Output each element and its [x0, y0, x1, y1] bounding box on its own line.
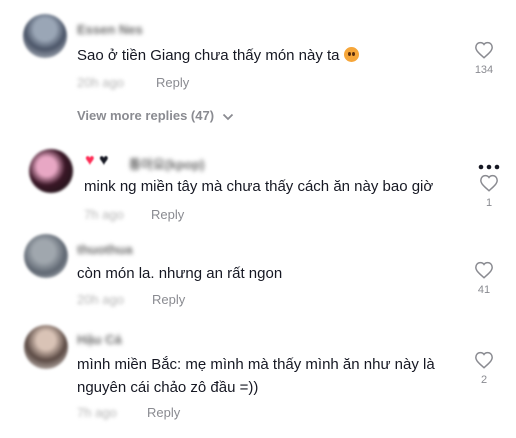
comment-text: mink ng miền tây mà chưa thấy cách ăn nà… [84, 178, 434, 195]
pleading-face-emoji [343, 47, 359, 62]
comment-time: 20h ago [77, 75, 124, 90]
like-button[interactable]: 41 [471, 261, 497, 296]
comment-3: thuothua còn món la. nhưng an rất ngon 2… [0, 226, 516, 316]
reply-button[interactable]: Reply [156, 75, 189, 90]
reply-button[interactable]: Reply [151, 207, 184, 222]
comment-text-line-1: mình miền Bắc: mẹ mình mà thấy mình ăn n… [77, 356, 435, 373]
comment-username[interactable]: Hậu Cá [77, 332, 122, 347]
avatar[interactable] [29, 149, 73, 193]
heart-outline-icon [475, 41, 493, 59]
comment-text-content: Sao ở tiền Giang chưa thấy món này ta [77, 47, 340, 64]
chevron-down-icon [222, 113, 233, 120]
comment-time: 7h ago [84, 207, 124, 222]
view-more-replies-button[interactable]: View more replies (47) [77, 108, 234, 123]
avatar[interactable] [23, 14, 67, 58]
like-count: 2 [480, 374, 488, 386]
comment-4: Hậu Cá mình miền Bắc: mẹ mình mà thấy mì… [0, 316, 516, 438]
comment-username[interactable]: 틍아요(kpop) [129, 154, 205, 173]
avatar[interactable] [24, 325, 68, 369]
comment-time: 20h ago [77, 292, 124, 307]
heart-icon: ♥ [85, 152, 95, 169]
comment-time: 7h ago [77, 405, 117, 420]
comment-text-line-2: nguyên cái chảo zô đầu =)) [77, 379, 259, 396]
comment-2: ♥ ♥ 틍아요(kpop) mink ng miền tây mà chưa t… [0, 140, 516, 230]
heart-outline-icon [480, 174, 498, 192]
avatar[interactable] [24, 234, 68, 278]
comment-1: Essen Nes Sao ở tiền Giang chưa thấy món… [0, 0, 516, 100]
like-count: 134 [474, 64, 494, 76]
comment-text: còn món la. nhưng an rất ngon [77, 265, 283, 282]
heart-outline-icon [475, 261, 493, 279]
comment-text: Sao ở tiền Giang chưa thấy món này ta [77, 44, 359, 67]
view-more-replies-label: View more replies (47) [77, 108, 215, 123]
reply-button[interactable]: Reply [147, 405, 180, 420]
like-button[interactable]: 134 [471, 41, 497, 76]
like-button[interactable]: 1 [476, 174, 502, 209]
heart-outline-icon [475, 351, 493, 369]
comment-username[interactable]: thuothua [77, 242, 133, 257]
like-button[interactable]: 2 [471, 351, 497, 386]
comment-username[interactable]: Essen Nes [77, 22, 143, 37]
black-heart-icon: ♥ [98, 152, 109, 169]
reply-button[interactable]: Reply [152, 292, 185, 307]
like-count: 1 [485, 197, 493, 209]
like-count: 41 [477, 284, 491, 296]
user-badges: ♥ ♥ [85, 152, 108, 170]
